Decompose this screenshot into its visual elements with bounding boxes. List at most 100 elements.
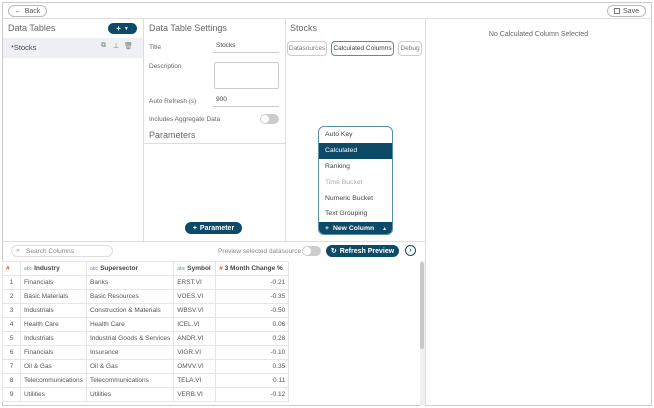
column-header-industry[interactable]: abc Industry [20,261,87,276]
new-column-menu: Auto Key Calculated Ranking Time Bucket … [318,126,393,235]
menu-item-ranking[interactable]: Ranking [319,159,392,175]
table-cell: 0.11 [215,373,290,388]
table-cell: VOES.VI [173,289,217,304]
table-cell: Oil & Gas [20,359,87,374]
aggregate-label: Includes Aggregate Data [149,116,221,123]
menu-item-auto-key[interactable]: Auto Key [319,127,392,143]
column-header-supersector[interactable]: abc Supersector [85,261,175,276]
column-label: Symbol [187,265,211,272]
table-cell: 2 [2,289,21,304]
refresh-preview-button[interactable]: ↻ Refresh Preview [326,245,399,257]
description-label: Description [149,63,182,70]
divider [2,18,652,19]
table-row[interactable]: 6 Financials Insurance VIGR.VI -0.10 [2,345,290,360]
table-cell: Basic Materials [20,289,87,304]
table-cell: 5 [2,331,21,346]
table-cell: 0.35 [215,359,290,374]
data-table-name: *Stocks [11,43,37,52]
table-cell: Basic Resources [85,289,175,304]
title-input[interactable]: Stocks [213,42,279,53]
table-row[interactable]: 8 Telecommunications Telecommunications TEL… [2,373,290,388]
divider [285,18,286,241]
save-label: Save [623,7,639,15]
table-cell: Industrials [20,303,87,318]
column-label: Supersector [100,265,138,272]
table-cell: Construction & Materials [85,303,175,318]
table-cell: -0.12 [215,387,290,402]
scrollbar-thumb[interactable] [420,262,424,349]
divider [425,18,426,406]
tab-calculated-columns[interactable]: Calculated Columns [331,41,394,56]
table-cell: TELA.VI [173,373,217,388]
table-cell: Oil & Gas [85,359,175,374]
table-row[interactable]: 1 Financials Banks ERST.VI -0.21 [2,275,290,290]
table-cell: Telecommunications [85,373,175,388]
menu-item-numeric-bucket[interactable]: Numeric Bucket [319,190,392,206]
description-input[interactable] [214,62,279,89]
menu-item-time-bucket: Time Bucket [325,178,363,186]
save-button[interactable]: Save [607,5,646,17]
column-header-3-month-change[interactable]: # 3 Month Change % [215,261,290,276]
title-label: Title [149,44,162,51]
parameters-title: Parameters [149,130,196,140]
table-cell: ANDR.VI [173,331,217,346]
table-cell: -0.35 [215,289,290,304]
table-cell: Banks [85,275,175,290]
data-table-item[interactable]: *Stocks ⧉ ⊥ 🗑 [3,38,143,58]
back-button[interactable]: ← Back [8,5,47,17]
table-row[interactable]: 5 Industrials Industrial Goods & Services A… [2,331,290,346]
table-cell: OMVV.VI [173,359,217,374]
table-cell: Health Care [85,317,175,332]
table-row[interactable]: 7 Oil & Gas Oil & Gas OMVV.VI 0.35 [2,359,290,374]
column-header-symbol[interactable]: abc Symbol [173,261,217,276]
upload-icon[interactable]: ⊥ [113,42,119,50]
caret-up-icon: ▲ [382,225,388,232]
table-cell: 1 [2,275,21,290]
search-icon: ⌕ [16,247,20,254]
auto-refresh-label: Auto Refresh (s) [149,98,197,105]
settings-title: Data Table Settings [149,23,227,33]
chevron-right-icon[interactable]: › [405,245,416,256]
menu-item-text-grouping[interactable]: Text Grouping [319,206,392,222]
copy-icon[interactable]: ⧉ [101,42,106,50]
table-row[interactable]: 9 Utilities Utilities VERB.VI -0.12 [2,387,290,402]
table-cell: WBSV.VI [173,303,217,318]
auto-refresh-input[interactable]: 900 [213,96,279,107]
caret-down-icon: ▼ [123,25,129,32]
refresh-icon: ↻ [330,248,337,255]
search-columns-input[interactable]: ⌕ Search Columns [11,245,113,257]
text-type-icon: abc [90,266,99,272]
trash-icon[interactable]: 🗑 [124,42,133,50]
data-tables-title: Data Tables [8,23,56,33]
text-type-icon: abc [177,266,186,272]
table-cell: Financials [20,345,87,360]
stocks-title: Stocks [290,23,318,33]
tab-debug[interactable]: Debug [398,41,422,56]
column-header-index[interactable]: # [2,261,21,276]
column-label: Industry [34,265,60,272]
new-column-button[interactable]: + New Column ▲ [319,221,392,234]
text-type-icon: abc [24,266,33,272]
table-row[interactable]: 4 Health Care Health Care ICEL.VI 0.06 [2,317,290,332]
add-parameter-label: Parameter [199,224,235,232]
numeric-type-icon: # [219,265,223,272]
table-cell: VIGR.VI [173,345,217,360]
table-cell: 7 [2,359,21,374]
preview-table: # abc Industry abc Supersector abc Symbol #… [2,261,290,402]
add-parameter-button[interactable]: + Parameter [185,222,242,234]
menu-item-calculated[interactable]: Calculated [319,142,392,159]
table-row[interactable]: 3 Industrials Construction & Materials WBSV… [2,303,290,318]
divider [2,241,425,242]
table-row[interactable]: 2 Basic Materials Basic Resources VOES.VI -0… [2,289,290,304]
table-cell: Industrials [20,331,87,346]
save-icon [614,8,621,14]
tab-datasources[interactable]: Datasources [287,41,327,56]
add-data-table-button[interactable]: + ▼ [108,23,137,34]
numeric-type-icon: # [6,265,10,272]
scrollbar[interactable] [420,261,425,406]
table-cell: 8 [2,373,21,388]
empty-state-text: No Calculated Column Selected [488,31,589,38]
table-cell: Insurance [85,345,175,360]
aggregate-toggle[interactable] [260,114,279,124]
preview-toggle[interactable] [302,246,321,256]
